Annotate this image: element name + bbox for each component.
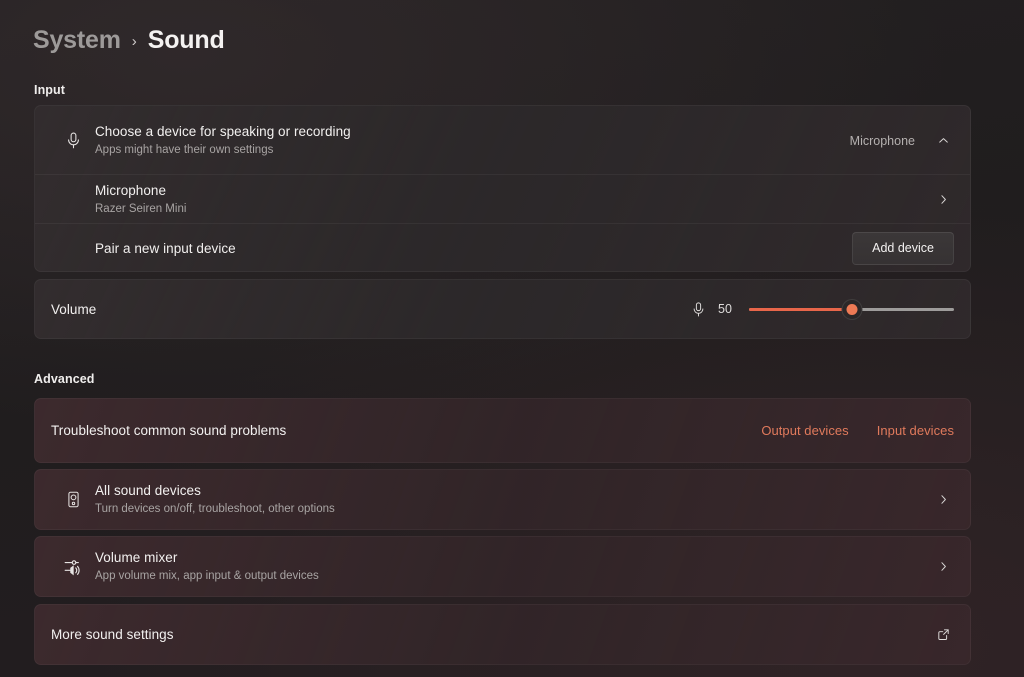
choose-device-subtitle: Apps might have their own settings xyxy=(95,144,274,157)
breadcrumb: System › Sound xyxy=(33,26,225,55)
device-texts: Microphone Razer Seiren Mini xyxy=(95,182,186,217)
breadcrumb-parent-system[interactable]: System xyxy=(33,26,121,55)
page-title: Sound xyxy=(147,26,225,54)
volume-label: Volume xyxy=(51,301,97,317)
all-sound-devices-texts: All sound devices Turn devices on/off, t… xyxy=(95,482,335,517)
microphone-icon xyxy=(690,301,707,318)
pair-device-label: Pair a new input device xyxy=(95,240,236,256)
all-sound-devices-subtitle: Turn devices on/off, troubleshoot, other… xyxy=(95,503,335,516)
all-sound-devices-title: All sound devices xyxy=(95,482,201,498)
volume-mixer-texts: Volume mixer App volume mix, app input &… xyxy=(95,549,319,584)
all-sound-devices-card[interactable]: All sound devices Turn devices on/off, t… xyxy=(34,469,971,530)
link-output-devices[interactable]: Output devices xyxy=(761,423,848,438)
troubleshoot-label: Troubleshoot common sound problems xyxy=(51,423,287,438)
section-heading-advanced: Advanced xyxy=(34,372,95,386)
choose-device-row[interactable]: Choose a device for speaking or recordin… xyxy=(35,106,970,175)
device-subtitle: Razer Seiren Mini xyxy=(95,203,187,216)
input-device-card: Choose a device for speaking or recordin… xyxy=(34,105,971,272)
chevron-right-icon[interactable] xyxy=(932,560,954,573)
troubleshoot-card: Troubleshoot common sound problems Outpu… xyxy=(34,398,971,463)
volume-controls: 50 xyxy=(690,298,954,320)
device-title: Microphone xyxy=(95,182,167,198)
add-device-button[interactable]: Add device xyxy=(852,231,954,265)
volume-mixer-title: Volume mixer xyxy=(95,549,178,565)
chevron-up-icon[interactable] xyxy=(932,134,954,147)
slider-thumb[interactable] xyxy=(841,298,862,320)
volume-mixer-row[interactable]: Volume mixer App volume mix, app input &… xyxy=(35,537,970,596)
pair-new-device-row: Pair a new input device Add device xyxy=(35,224,970,271)
sound-settings-page: System › Sound Input Choose a device for… xyxy=(0,0,1024,677)
volume-value: 50 xyxy=(718,302,732,316)
speaker-box-icon xyxy=(51,490,95,509)
device-microphone-row[interactable]: Microphone Razer Seiren Mini xyxy=(35,175,970,224)
choose-device-title: Choose a device for speaking or recordin… xyxy=(95,123,351,139)
chevron-right-icon[interactable] xyxy=(932,493,954,506)
chevron-right-icon[interactable] xyxy=(932,193,954,206)
more-sound-settings-card[interactable]: More sound settings xyxy=(34,604,971,665)
volume-card: Volume 50 xyxy=(34,279,971,339)
volume-mixer-card[interactable]: Volume mixer App volume mix, app input &… xyxy=(34,536,971,597)
troubleshoot-row: Troubleshoot common sound problems Outpu… xyxy=(35,399,970,462)
volume-mixer-subtitle: App volume mix, app input & output devic… xyxy=(95,570,319,583)
choose-device-texts: Choose a device for speaking or recordin… xyxy=(95,123,351,158)
slider-fill xyxy=(749,307,852,311)
microphone-icon xyxy=(51,131,95,150)
section-heading-input: Input xyxy=(34,83,66,97)
more-sound-settings-row[interactable]: More sound settings xyxy=(35,605,970,664)
volume-mixer-icon xyxy=(51,556,95,577)
breadcrumb-separator-icon: › xyxy=(131,33,137,50)
selected-device-value: Microphone xyxy=(849,133,915,148)
all-sound-devices-row[interactable]: All sound devices Turn devices on/off, t… xyxy=(35,470,970,529)
volume-row: Volume 50 xyxy=(35,280,970,338)
more-sound-settings-label: More sound settings xyxy=(51,627,174,642)
volume-slider[interactable] xyxy=(749,298,954,320)
open-external-icon[interactable] xyxy=(932,627,954,642)
troubleshoot-links: Output devices Input devices xyxy=(761,423,954,438)
link-input-devices[interactable]: Input devices xyxy=(877,423,954,438)
